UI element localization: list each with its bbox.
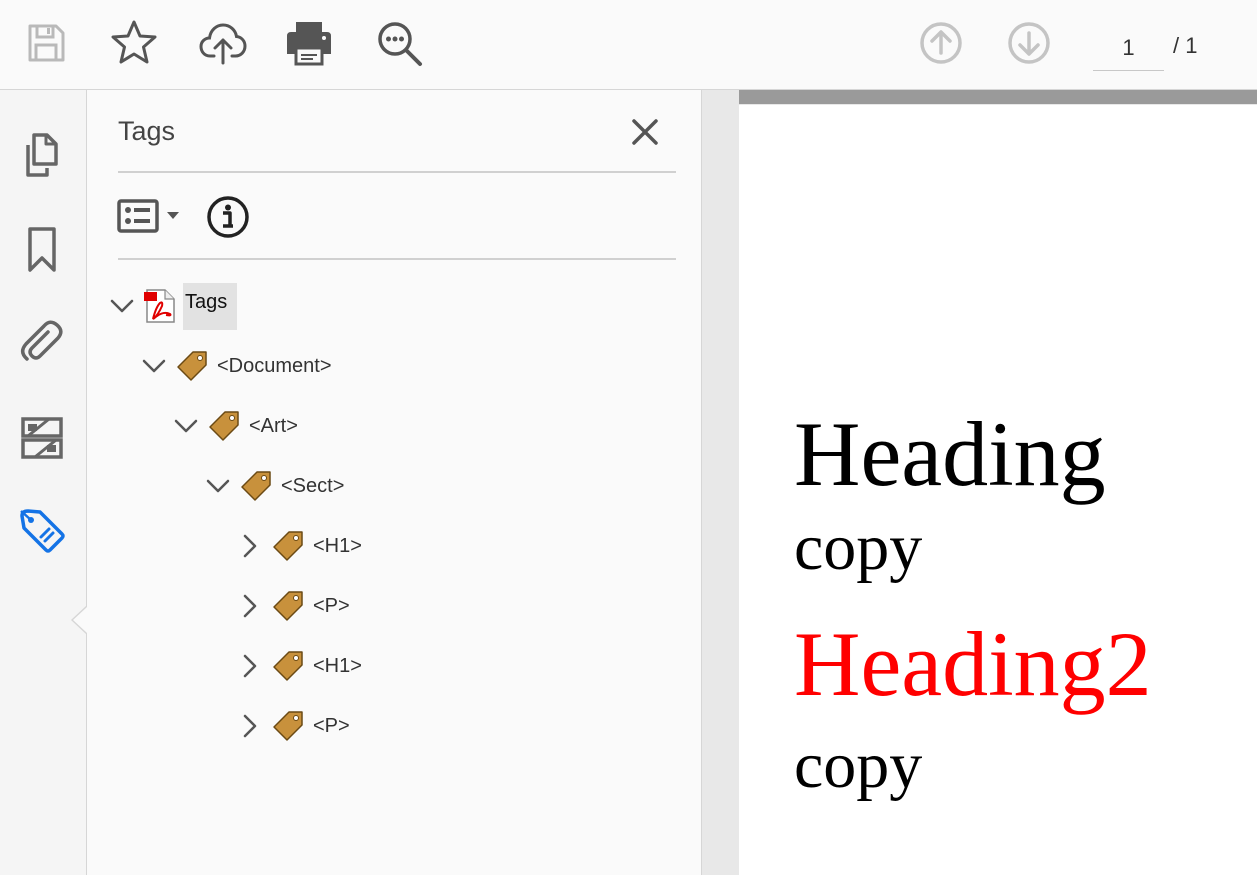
bookmarks-button[interactable] xyxy=(16,224,68,276)
tree-node[interactable]: <Art> xyxy=(171,401,300,451)
tags-options-button[interactable] xyxy=(116,195,188,237)
next-page-button[interactable] xyxy=(1004,18,1054,68)
panel-divider xyxy=(118,258,676,260)
previous-page-icon xyxy=(920,22,962,64)
tags-icon xyxy=(20,509,65,553)
upload-cloud-icon xyxy=(199,23,247,65)
close-panel-button[interactable] xyxy=(625,112,665,152)
pages-icon xyxy=(26,133,58,177)
layers-icon xyxy=(21,417,63,459)
pdf-file-icon xyxy=(141,287,179,325)
star-icon xyxy=(111,20,157,64)
tree-node-label[interactable]: <H1> xyxy=(311,529,364,564)
tree-node-label[interactable]: <Document> xyxy=(215,349,334,384)
tag-icon xyxy=(269,527,307,565)
expand-toggle[interactable] xyxy=(235,591,265,621)
tags-panel-button[interactable] xyxy=(16,506,68,558)
save-button[interactable] xyxy=(21,18,71,68)
expand-toggle[interactable] xyxy=(235,651,265,681)
search-button[interactable] xyxy=(374,18,424,68)
info-icon xyxy=(207,196,249,238)
top-toolbar: / 1 xyxy=(0,0,1257,90)
document-heading-1: Heading xyxy=(794,403,1106,505)
expand-toggle[interactable] xyxy=(139,351,169,381)
expand-toggle[interactable] xyxy=(171,411,201,441)
save-icon xyxy=(28,24,65,62)
pages-thumbnails-button[interactable] xyxy=(16,130,68,182)
expand-toggle[interactable] xyxy=(107,291,137,321)
tag-icon xyxy=(269,587,307,625)
panel-title: Tags xyxy=(118,116,176,146)
tag-icon xyxy=(205,407,243,445)
tree-node-label[interactable]: <H1> xyxy=(311,649,364,684)
tree-node-label[interactable]: <Art> xyxy=(247,409,300,444)
tree-node-label[interactable]: <P> xyxy=(311,709,352,744)
tree-node[interactable]: <P> xyxy=(235,701,352,751)
tree-node-root[interactable]: Tags xyxy=(107,281,238,331)
document-copy-2: copy xyxy=(794,729,923,802)
page-total-label: / 1 xyxy=(1173,33,1198,58)
upload-button[interactable] xyxy=(198,18,248,68)
expand-toggle[interactable] xyxy=(235,711,265,741)
close-icon xyxy=(632,119,658,145)
bookmark-star-button[interactable] xyxy=(109,18,159,68)
layers-button[interactable] xyxy=(16,412,68,464)
chevron-down-icon xyxy=(167,212,179,219)
tag-icon xyxy=(173,347,211,385)
active-panel-indicator xyxy=(71,606,87,634)
tags-panel: Tags Tags <Document> <Art> <Sect> <H1> <… xyxy=(87,90,702,875)
info-button[interactable] xyxy=(205,194,251,240)
tree-node[interactable]: <H1> xyxy=(235,641,364,691)
tag-icon xyxy=(269,707,307,745)
chevron-right-icon xyxy=(243,534,257,558)
navigation-rail xyxy=(0,90,87,875)
page-top-edge xyxy=(739,90,1257,104)
tree-node-label[interactable]: Tags xyxy=(183,282,238,330)
previous-page-button[interactable] xyxy=(916,18,966,68)
document-copy-1: copy xyxy=(794,511,923,584)
attachment-icon xyxy=(21,320,63,361)
panel-divider xyxy=(118,171,676,173)
chevron-down-icon xyxy=(142,359,166,373)
chevron-down-icon xyxy=(110,299,134,313)
bookmark-icon xyxy=(28,227,56,272)
tree-node[interactable]: <P> xyxy=(235,581,352,631)
tag-icon xyxy=(269,647,307,685)
document-page[interactable]: Heading copy Heading2 copy xyxy=(739,105,1257,875)
attachments-button[interactable] xyxy=(16,316,68,368)
expand-toggle[interactable] xyxy=(235,531,265,561)
chevron-down-icon xyxy=(206,479,230,493)
chevron-down-icon xyxy=(174,419,198,433)
print-icon xyxy=(287,22,331,66)
search-zoom-icon xyxy=(378,22,422,66)
print-button[interactable] xyxy=(284,18,334,68)
expand-toggle[interactable] xyxy=(203,471,233,501)
tree-node-label[interactable]: <P> xyxy=(311,589,352,624)
tree-node[interactable]: <Document> xyxy=(139,341,334,391)
chevron-right-icon xyxy=(243,654,257,678)
tree-node[interactable]: <Sect> xyxy=(203,461,346,511)
list-options-icon xyxy=(117,199,159,233)
document-viewport[interactable]: Heading copy Heading2 copy xyxy=(702,90,1257,875)
document-heading-2: Heading2 xyxy=(794,613,1152,715)
tree-node[interactable]: <H1> xyxy=(235,521,364,571)
chevron-right-icon xyxy=(243,594,257,618)
tree-node-label[interactable]: <Sect> xyxy=(279,469,346,504)
tag-icon xyxy=(237,467,275,505)
next-page-icon xyxy=(1008,22,1050,64)
chevron-right-icon xyxy=(243,714,257,738)
page-number-input[interactable] xyxy=(1093,26,1164,71)
